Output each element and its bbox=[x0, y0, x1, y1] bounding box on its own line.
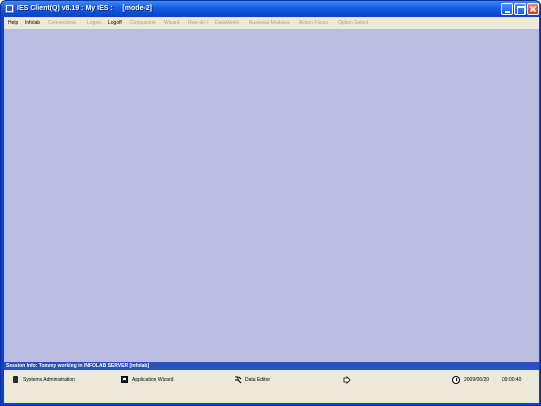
menu-logoff[interactable]: Logoff bbox=[108, 17, 122, 29]
data-editor-label: Data Editor bbox=[245, 377, 271, 383]
status-date: 2009/06/20 bbox=[464, 377, 490, 383]
menu-business-modules[interactable]: Business Modules bbox=[249, 17, 290, 29]
maximize-button[interactable] bbox=[514, 3, 526, 15]
close-icon bbox=[529, 5, 537, 13]
application-wizard-button[interactable]: Application Wizard bbox=[121, 376, 201, 384]
wizard-window-icon bbox=[121, 376, 128, 383]
data-editor-button[interactable]: Data Editor bbox=[234, 376, 294, 384]
server-icon bbox=[13, 376, 18, 383]
menu-connections[interactable]: Connections bbox=[48, 17, 76, 29]
status-bar: Systems Administration Application Wizar… bbox=[4, 370, 539, 403]
mdi-workspace[interactable] bbox=[4, 29, 539, 362]
return-button[interactable] bbox=[343, 376, 357, 384]
menu-logon[interactable]: Logon bbox=[87, 17, 101, 29]
menu-infolab[interactable]: Infolab bbox=[25, 17, 40, 29]
app-icon[interactable] bbox=[5, 4, 14, 13]
menu-datameets[interactable]: DataMeets bbox=[215, 17, 239, 29]
session-info-bar: Session Info: Tommy working in INFOLAB S… bbox=[4, 362, 539, 370]
return-arrow-icon bbox=[343, 376, 351, 384]
menu-how-do-i[interactable]: How do I bbox=[188, 17, 208, 29]
menu-wizard[interactable]: Wizard bbox=[164, 17, 180, 29]
menu-companion[interactable]: Companion bbox=[130, 17, 156, 29]
systems-administration-label: Systems Administration bbox=[23, 377, 75, 383]
minimize-button[interactable] bbox=[501, 3, 513, 15]
window-title: IES Client(Q) v8.19 : My IES : [mode-2] bbox=[17, 5, 152, 12]
title-bar[interactable]: IES Client(Q) v8.19 : My IES : [mode-2] bbox=[1, 1, 540, 17]
close-button[interactable] bbox=[527, 3, 539, 15]
menu-action-focus[interactable]: Action Focus bbox=[299, 17, 328, 29]
menu-bar: Help Infolab Connections Logon Logoff Co… bbox=[4, 17, 539, 29]
data-editor-icon bbox=[234, 376, 242, 384]
application-wizard-label: Application Wizard bbox=[132, 377, 174, 383]
menu-help[interactable]: Help bbox=[8, 17, 18, 29]
menu-option-select[interactable]: Option Select bbox=[338, 17, 368, 29]
systems-administration-button[interactable]: Systems Administration bbox=[12, 376, 102, 384]
app-window: IES Client(Q) v8.19 : My IES : [mode-2] … bbox=[0, 0, 541, 406]
status-time: 09:00:40 bbox=[502, 377, 522, 383]
clock-icon bbox=[452, 376, 460, 384]
